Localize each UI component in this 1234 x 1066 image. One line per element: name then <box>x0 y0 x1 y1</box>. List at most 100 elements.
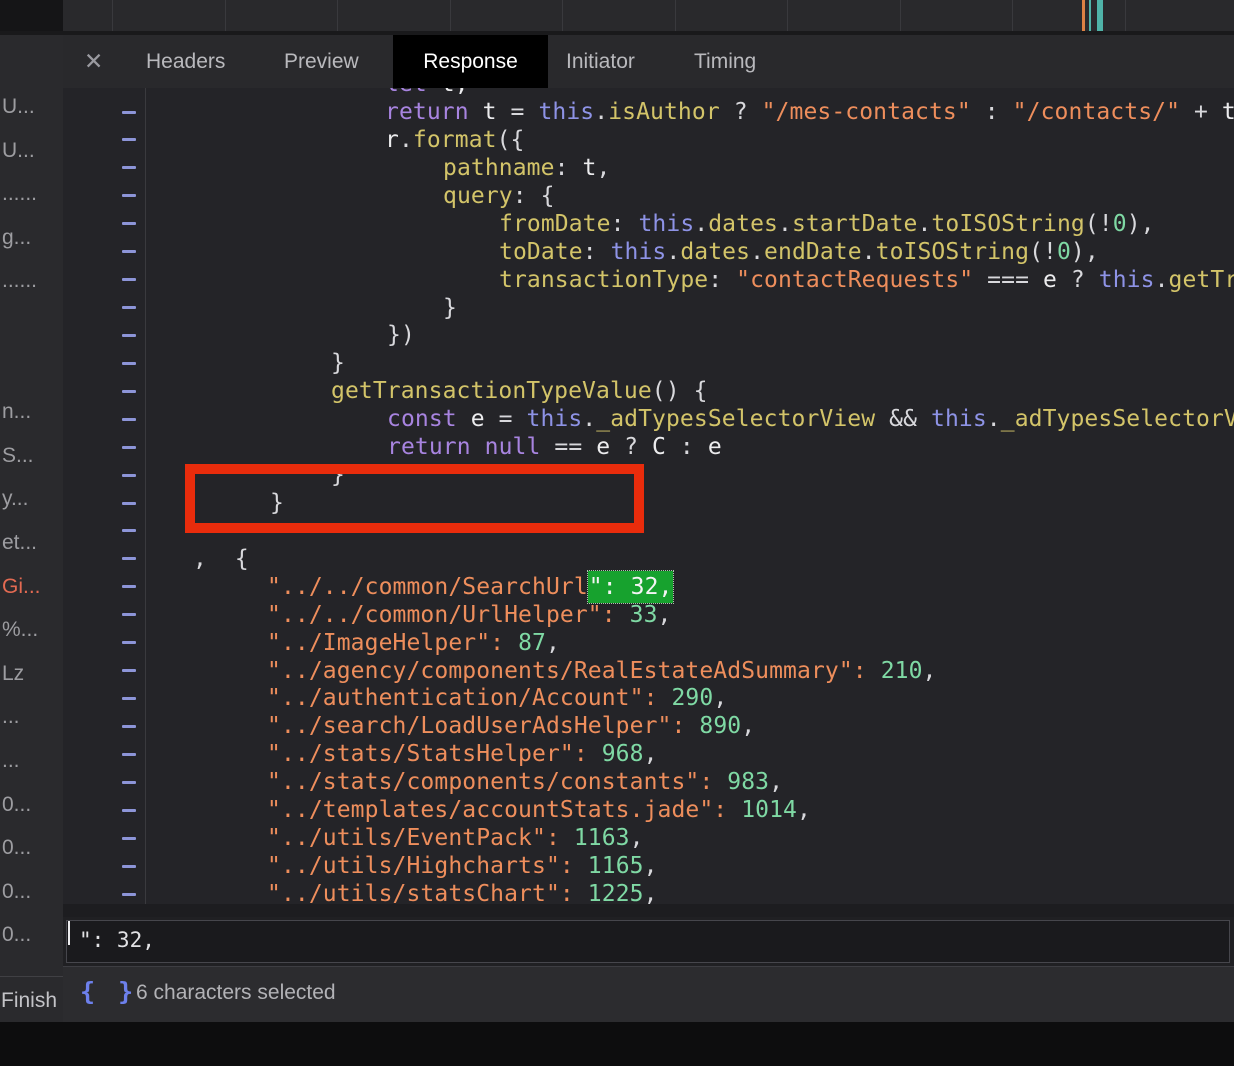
request-row[interactable] <box>0 305 63 348</box>
code-line[interactable]: "../stats/components/constants": 983, <box>267 768 783 796</box>
fold-marker-icon[interactable] <box>122 529 136 532</box>
code-line[interactable]: } <box>270 489 284 517</box>
request-row[interactable]: ...... <box>0 261 63 304</box>
tab-preview[interactable]: Preview <box>284 35 359 88</box>
code-line[interactable]: } <box>443 294 457 322</box>
fold-marker-icon[interactable] <box>122 306 136 309</box>
fold-marker-icon[interactable] <box>122 669 136 672</box>
find-input[interactable]: ": 32, <box>66 920 1230 963</box>
horizontal-scrollbar[interactable] <box>63 904 1234 917</box>
code-line[interactable]: } <box>331 349 345 377</box>
request-row[interactable]: U... <box>0 131 63 174</box>
code-line[interactable]: pathname: t, <box>443 154 610 182</box>
fold-marker-icon[interactable] <box>122 166 136 169</box>
request-row-label: %... <box>2 618 38 642</box>
code-line[interactable]: "../../common/UrlHelper": 33, <box>267 601 672 629</box>
code-line[interactable]: fromDate: this.dates.startDate.toISOStri… <box>499 210 1155 238</box>
overview-gridline <box>900 0 901 31</box>
code-line[interactable]: r.format({ <box>385 126 525 154</box>
response-code-viewer[interactable]: let t,return t = this.isAuthor ? "/mes-c… <box>63 88 1234 904</box>
code-line[interactable]: } <box>331 461 345 489</box>
request-row[interactable]: 0... <box>0 872 63 915</box>
fold-marker-icon[interactable] <box>122 697 136 700</box>
fold-marker-icon[interactable] <box>122 334 136 337</box>
fold-marker-icon[interactable] <box>122 781 136 784</box>
fold-marker-icon[interactable] <box>122 585 136 588</box>
code-line[interactable]: "../agency/components/RealEstateAdSummar… <box>267 657 936 685</box>
fold-marker-icon[interactable] <box>122 865 136 868</box>
fold-marker-icon[interactable] <box>122 222 136 225</box>
code-line[interactable]: , { <box>193 545 249 573</box>
request-row[interactable]: 0... <box>0 785 63 828</box>
fold-marker-icon[interactable] <box>122 278 136 281</box>
code-line[interactable]: return t = this.isAuthor ? "/mes-contact… <box>385 98 1234 126</box>
fold-marker-icon[interactable] <box>122 557 136 560</box>
request-row[interactable]: ...... <box>0 174 63 217</box>
code-line[interactable]: getTransactionTypeValue() { <box>331 377 708 405</box>
code-line[interactable]: const e = this._adTypesSelectorView && t… <box>387 405 1234 433</box>
fold-marker-icon[interactable] <box>122 753 136 756</box>
code-line[interactable]: }) <box>387 321 415 349</box>
code-line[interactable]: "../../common/SearchUrl": 32, <box>267 573 673 601</box>
close-icon[interactable]: ✕ <box>84 35 103 88</box>
request-row[interactable]: U... <box>0 87 63 130</box>
fold-marker-icon[interactable] <box>122 725 136 728</box>
code-line[interactable]: transactionType: "contactRequests" === e… <box>499 266 1234 294</box>
request-row[interactable]: 0... <box>0 828 63 871</box>
request-row[interactable]: ... <box>0 697 63 740</box>
code-line[interactable]: return null == e ? C : e <box>387 433 722 461</box>
fold-marker-icon[interactable] <box>122 837 136 840</box>
request-row[interactable] <box>0 349 63 392</box>
code-token: && <box>875 406 931 432</box>
fold-marker-icon[interactable] <box>122 390 136 393</box>
request-row[interactable]: n... <box>0 392 63 435</box>
overview-gridline <box>225 0 226 31</box>
fold-marker-icon[interactable] <box>122 502 136 505</box>
code-line[interactable]: "../templates/accountStats.jade": 1014, <box>267 796 811 824</box>
pretty-print-braces-icon[interactable]: { } <box>80 977 137 1006</box>
fold-marker-icon[interactable] <box>122 641 136 644</box>
code-token: 0 <box>1113 211 1127 237</box>
fold-marker-icon[interactable] <box>122 194 136 197</box>
request-row-label: ... <box>2 749 20 773</box>
code-line[interactable]: let t, <box>385 88 469 98</box>
fold-marker-icon[interactable] <box>122 111 136 114</box>
fold-marker-icon[interactable] <box>122 138 136 141</box>
fold-marker-icon[interactable] <box>122 418 136 421</box>
request-row[interactable]: S... <box>0 436 63 479</box>
fold-marker-icon[interactable] <box>122 250 136 253</box>
code-line[interactable]: query: { <box>443 182 555 210</box>
request-row[interactable]: Lz <box>0 654 63 697</box>
code-token: _adTypesSelectorView <box>596 406 875 432</box>
code-line[interactable]: "../ImageHelper": 87, <box>267 629 560 657</box>
code-line[interactable]: "../utils/Highcharts": 1165, <box>267 852 658 880</box>
request-row[interactable]: et... <box>0 523 63 566</box>
code-line[interactable]: toDate: this.dates.endDate.toISOString(!… <box>499 238 1099 266</box>
request-row[interactable]: ... <box>0 741 63 784</box>
code-line[interactable]: "../stats/StatsHelper": 968, <box>267 740 658 768</box>
tab-initiator[interactable]: Initiator <box>566 35 635 88</box>
code-token: 0 <box>1057 239 1071 265</box>
fold-marker-icon[interactable] <box>122 446 136 449</box>
request-row[interactable]: y... <box>0 479 63 522</box>
request-row[interactable]: Gi... <box>0 567 63 610</box>
tab-headers[interactable]: Headers <box>146 35 225 88</box>
request-row[interactable]: 0... <box>0 915 63 958</box>
code-line[interactable]: "../authentication/Account": 290, <box>267 684 727 712</box>
fold-marker-icon[interactable] <box>122 613 136 616</box>
fold-marker-icon[interactable] <box>122 809 136 812</box>
tab-response[interactable]: Response <box>393 35 548 88</box>
request-row[interactable]: g... <box>0 218 63 261</box>
code-line[interactable]: "../utils/EventPack": 1163, <box>267 824 644 852</box>
fold-marker-icon[interactable] <box>122 893 136 896</box>
code-token: === <box>973 267 1043 293</box>
code-token: format <box>413 127 497 153</box>
code-line[interactable]: "../utils/statsChart": 1225, <box>267 880 658 904</box>
fold-marker-icon[interactable] <box>122 362 136 365</box>
code-line[interactable]: "../search/LoadUserAdsHelper": 890, <box>267 712 755 740</box>
network-overview-strip[interactable] <box>0 0 1234 31</box>
code-token: this <box>611 239 667 265</box>
tab-timing[interactable]: Timing <box>694 35 756 88</box>
request-row[interactable]: %... <box>0 610 63 653</box>
fold-marker-icon[interactable] <box>122 474 136 477</box>
